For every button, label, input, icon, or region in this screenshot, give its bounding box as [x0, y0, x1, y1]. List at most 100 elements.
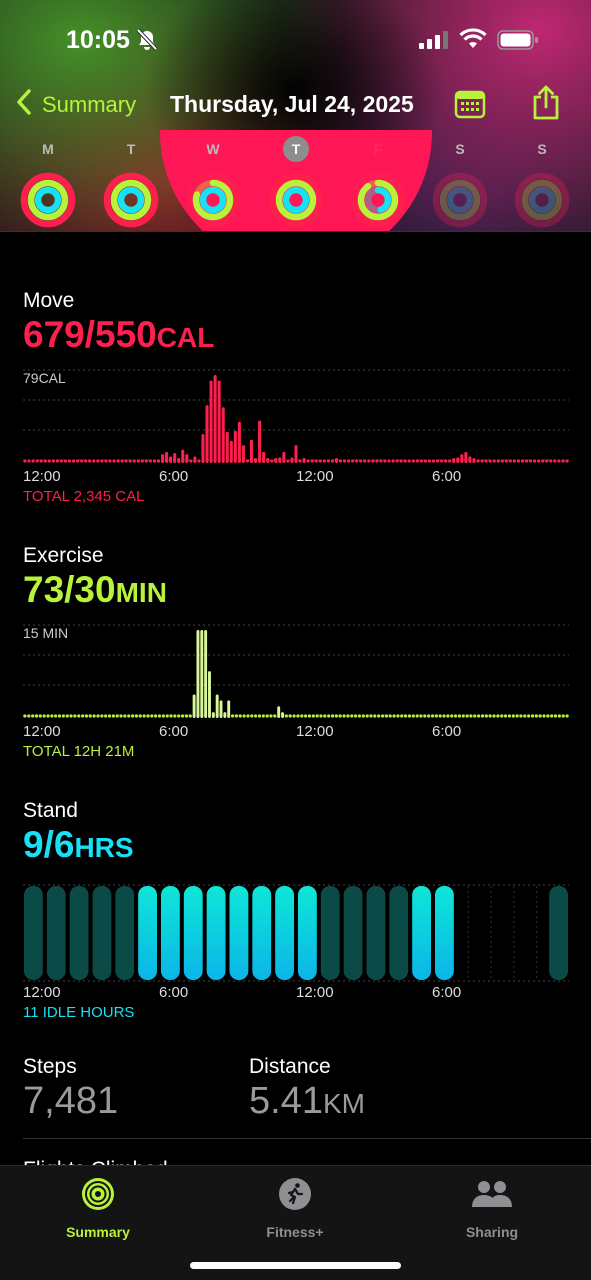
move-bar [262, 451, 266, 463]
move-bar [472, 458, 476, 463]
move-bar [266, 458, 270, 463]
exercise-dot [484, 714, 488, 718]
week-day[interactable]: W [183, 136, 243, 232]
stand-bar-active [206, 886, 226, 980]
move-dot [152, 459, 157, 463]
exercise-axis-tick: 6:00 [432, 723, 462, 740]
stand-bar-active [161, 886, 180, 980]
exercise-bar [192, 694, 196, 718]
tab-summary-label: Summary [66, 1224, 130, 1240]
exercise-dot [246, 714, 250, 718]
move-axis-tick: 6:00 [432, 468, 462, 485]
stand-bar-idle [115, 886, 135, 980]
exercise-dot [400, 714, 404, 718]
steps-label: Steps [23, 1055, 77, 1078]
exercise-bar [215, 694, 219, 718]
move-dot [108, 459, 112, 463]
exercise-dot [261, 714, 265, 718]
back-button[interactable]: Summary [16, 88, 136, 122]
move-bar [249, 439, 254, 463]
week-day-letter: T [126, 141, 136, 157]
exercise-dot [423, 714, 427, 718]
move-dot [484, 459, 488, 463]
stand-bar-active [298, 886, 317, 980]
move-dot [156, 459, 161, 463]
wifi-icon [459, 28, 487, 55]
week-day[interactable]: T [101, 136, 161, 232]
week-day[interactable]: M [18, 136, 78, 232]
week-day[interactable]: S [430, 136, 490, 232]
nav-bar: Summary Thursday, Jul 24, 2025 [0, 82, 591, 128]
exercise-dot [565, 714, 569, 718]
exercise-dot [300, 714, 304, 718]
exercise-dot [469, 714, 473, 718]
move-value-number: 679/550 [23, 314, 157, 355]
exercise-dot [511, 714, 515, 718]
move-dot [383, 459, 387, 463]
share-button[interactable] [531, 85, 561, 126]
exercise-dot [65, 714, 69, 718]
exercise-dot [442, 714, 446, 718]
exercise-dot [61, 714, 65, 718]
stand-section: Stand 9/6HRS 12:00 6:00 12:00 6:00 11 ID… [23, 799, 569, 1021]
calendar-icon [454, 90, 486, 124]
week-day[interactable]: S [512, 136, 572, 232]
move-dot [112, 459, 116, 463]
tab-sharing[interactable]: Sharing [432, 1174, 552, 1240]
move-dot [144, 459, 148, 463]
move-dot [322, 459, 326, 463]
exercise-dot [453, 714, 458, 718]
exercise-chart-max-label: 15 MIN [23, 625, 69, 641]
exercise-dot [146, 714, 150, 718]
move-dot [427, 459, 432, 463]
stand-bar-idle [549, 886, 568, 980]
week-day-letter: T [283, 136, 309, 162]
stand-axis: 12:00 6:00 12:00 6:00 [23, 984, 569, 1004]
exercise-dot [265, 714, 269, 718]
move-dot [76, 459, 80, 463]
calendar-button[interactable] [454, 88, 486, 125]
move-dot [314, 459, 318, 463]
exercise-dot [80, 714, 85, 718]
exercise-dot [38, 714, 42, 718]
move-dot [80, 459, 84, 463]
move-dot [31, 459, 35, 463]
exercise-bar [200, 630, 204, 718]
stand-axis-tick: 6:00 [159, 984, 189, 1001]
exercise-dot [34, 714, 39, 718]
move-dot [104, 459, 108, 463]
move-dot [88, 459, 92, 463]
exercise-dot [273, 714, 277, 718]
exercise-dot [96, 714, 100, 718]
move-dot [71, 459, 76, 463]
move-dot [545, 459, 549, 463]
move-axis-tick: 12:00 [296, 468, 334, 485]
exercise-dot [342, 714, 346, 718]
tab-fitness-plus[interactable]: Fitness+ [235, 1174, 355, 1240]
tab-fitness-plus-label: Fitness+ [266, 1224, 324, 1240]
exercise-dot [419, 714, 423, 718]
stand-value: 9/6HRS [23, 825, 569, 868]
tab-summary[interactable]: Summary [38, 1174, 158, 1240]
week-day[interactable]: T [266, 136, 326, 232]
exercise-dot [338, 714, 342, 718]
move-dot [480, 459, 484, 463]
running-figure-icon [235, 1174, 355, 1214]
move-bar [181, 449, 185, 463]
move-dot [504, 459, 508, 463]
exercise-dot [519, 714, 523, 718]
move-chart-max-label: 79CAL [23, 370, 66, 386]
exercise-dot [27, 714, 31, 718]
exercise-dot [107, 714, 112, 718]
divider [23, 1138, 591, 1139]
exercise-dot [250, 714, 254, 718]
exercise-dot [492, 714, 496, 718]
week-day[interactable]: F [348, 136, 408, 232]
move-dot [148, 459, 152, 463]
move-dot [492, 459, 496, 463]
exercise-dot [388, 714, 392, 718]
move-dot [189, 459, 193, 463]
exercise-dot [465, 714, 469, 718]
exercise-value-unit: MIN [115, 577, 167, 608]
exercise-dot [119, 714, 123, 718]
